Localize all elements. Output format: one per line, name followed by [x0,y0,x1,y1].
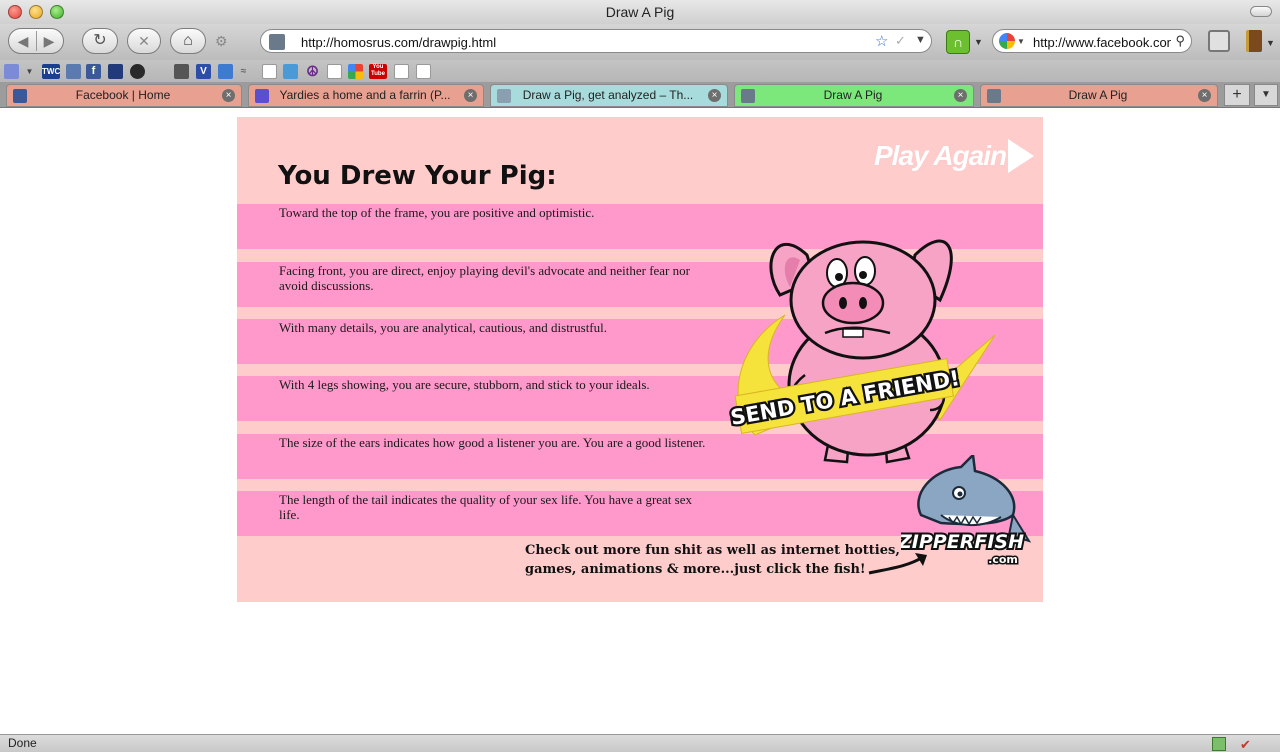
facebook-icon[interactable]: f [86,64,101,79]
minimize-window-button[interactable] [29,5,43,19]
tab-draw-a-pig-analyzed[interactable]: Draw a Pig, get analyzed – Th... × [490,84,728,107]
result-text: The size of the ears indicates how good … [279,435,706,450]
google-icon[interactable] [348,64,363,79]
bookmark-icon[interactable]: V [196,64,211,79]
stop-icon[interactable]: ✕ [127,28,161,54]
navigation-toolbar: ◀▶ ↻ ✕ ⌂ ⚙ ☆ ✓ ▼ ∩ ▼ ▼ ⚲ ▼ [0,24,1280,60]
bookmark-icon[interactable] [218,64,233,79]
result-text: Facing front, you are direct, enjoy play… [279,263,690,293]
search-icon[interactable]: ⚲ [1175,33,1185,49]
rss-icon[interactable]: ≈ [236,64,251,79]
site-favicon-icon [741,89,755,103]
bookmark-icon[interactable] [108,64,123,79]
new-tab-button[interactable]: + [1224,84,1250,106]
zoom-window-button[interactable] [50,5,64,19]
status-bar: Done ✔ [0,734,1280,752]
search-bar[interactable]: ▼ ⚲ [992,29,1192,53]
page-icon[interactable] [152,64,167,79]
page-icon[interactable] [327,64,342,79]
site-favicon-icon [987,89,1001,103]
page-icon[interactable] [416,64,431,79]
close-icon[interactable]: × [464,89,477,102]
close-window-button[interactable] [8,5,22,19]
facebook-icon [13,89,27,103]
url-input[interactable] [301,33,821,51]
book-chevron-icon[interactable]: ▼ [1266,38,1275,48]
send-to-friend-button[interactable]: SEND TO A FRIEND! [725,225,1007,467]
checklist-icon[interactable] [1212,737,1226,751]
addon-green-icon[interactable]: ∩ [946,30,970,54]
tab-list-button[interactable]: ▼ [1254,84,1278,106]
shield-icon[interactable]: ✔ [1240,736,1251,752]
bookmark-menu-chevron-icon[interactable]: ▼ [22,64,37,79]
page-title: You Drew Your Pig: [278,161,557,191]
book-icon[interactable] [1246,30,1262,52]
tab-draw-a-pig[interactable]: Draw A Pig × [980,84,1218,107]
window-icon[interactable] [1208,30,1230,52]
play-again-button[interactable]: Play Again [874,139,1035,173]
bookmark-star-icon[interactable]: ☆ [875,32,888,50]
search-engine-chevron-icon[interactable]: ▼ [1017,37,1025,46]
result-text: The length of the tail indicates the qua… [279,492,692,522]
page-icon[interactable] [394,64,409,79]
bookmark-menu-icon[interactable] [4,64,19,79]
google-icon[interactable] [999,33,1015,49]
status-text: Done [8,736,37,750]
pig-results-panel: You Drew Your Pig: Play Again Toward the… [237,117,1043,602]
zipperfish-wordmark: ZIPPERFISH [901,531,1024,553]
tab-strip: Facebook | Home × Yardies a home and a f… [0,82,1280,108]
title-bar: Draw A Pig [0,0,1280,24]
bookmark-icon[interactable] [130,64,145,79]
forward-arrow-icon[interactable]: ▶ [36,29,62,53]
check-icon[interactable]: ✓ [895,33,906,49]
search-input[interactable] [1033,33,1171,51]
back-forward-group: ◀ ▶ [8,28,64,54]
tab-facebook-home[interactable]: Facebook | Home × [6,84,242,107]
bookmark-icon[interactable] [66,64,81,79]
close-icon[interactable]: × [222,89,235,102]
curved-arrow-icon [868,553,927,575]
toolbar-toggle-button[interactable] [1250,6,1272,17]
tab-draw-a-pig-active[interactable]: Draw A Pig × [734,84,974,107]
address-bar[interactable]: ☆ ✓ ▼ [260,29,932,53]
reload-icon[interactable]: ↻ [82,28,118,54]
site-favicon-icon [269,34,285,50]
promo-text: Check out more fun shit as well as inter… [525,543,900,577]
zipperfish-domain: .com [988,553,1018,566]
addon-chevron-icon[interactable]: ▼ [974,37,983,47]
youtube-icon[interactable]: You Tube [369,64,387,79]
back-arrow-icon[interactable]: ◀ [10,29,36,53]
result-text: Toward the top of the frame, you are pos… [279,205,595,220]
peace-icon[interactable]: ☮ [305,64,320,79]
bookmarks-toolbar: ▼ TWC f V ≈ ☮ You Tube [0,60,1280,82]
tab-yardies[interactable]: Yardies a home and a farrin (P... × [248,84,484,107]
home-icon[interactable]: ⌂ [170,28,206,54]
close-icon[interactable]: × [1198,89,1211,102]
url-history-chevron-icon[interactable]: ▼ [915,34,926,46]
gear-icon[interactable]: ⚙ [215,33,228,50]
page-icon [497,89,511,103]
close-icon[interactable]: × [708,89,721,102]
pig-illustration: SEND TO A FRIEND! [726,239,996,464]
bookmark-icon[interactable] [174,64,189,79]
result-text: With 4 legs showing, you are secure, stu… [279,377,650,392]
twc-icon[interactable]: TWC [42,64,60,79]
bookmark-icon[interactable] [283,64,298,79]
window-title: Draw A Pig [605,4,675,20]
close-icon[interactable]: × [954,89,967,102]
v-icon [255,89,269,103]
page-icon[interactable] [262,64,277,79]
play-arrow-icon [1008,139,1035,173]
result-text: With many details, you are analytical, c… [279,320,608,335]
